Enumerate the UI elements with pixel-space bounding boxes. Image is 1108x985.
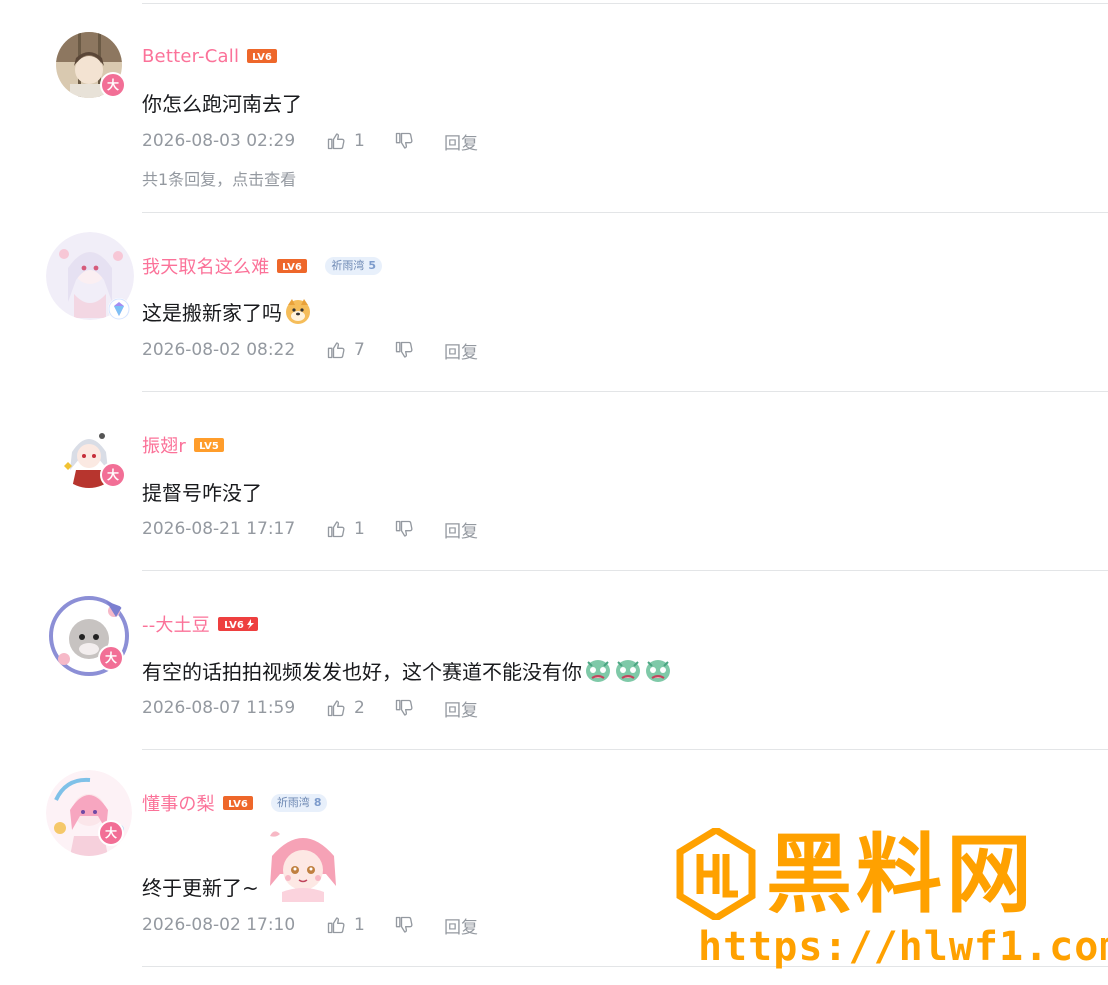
divider <box>142 3 1108 4</box>
comment-text: 这是搬新家了吗 <box>142 300 282 325</box>
reply-button[interactable]: 回复 <box>444 129 478 154</box>
divider <box>142 391 1108 392</box>
like-button[interactable]: 1 <box>326 519 394 539</box>
thumbs-down-icon <box>395 520 413 537</box>
like-button[interactable]: 2 <box>326 698 394 718</box>
watermark-url: https://hlwf1.com <box>698 924 1108 970</box>
comment-time: 2026-08-02 08:22 <box>142 340 296 360</box>
svg-text:LV5: LV5 <box>199 441 219 452</box>
reply-button[interactable]: 回复 <box>444 517 478 542</box>
like-count: 7 <box>354 340 365 360</box>
reply-button[interactable]: 回复 <box>444 696 478 721</box>
thumbs-up-icon <box>327 700 345 717</box>
avatar[interactable] <box>46 232 134 320</box>
comment-list: 大 Better-Call LV6 你怎么跑河南去了 2026-08-03 02… <box>0 0 1108 985</box>
watermark-logo-icon <box>676 828 756 920</box>
like-count: 1 <box>354 131 365 151</box>
level-badge: LV6 <box>218 617 258 631</box>
like-count: 1 <box>354 519 365 539</box>
fan-medal-name: 祈雨湾 <box>331 259 365 272</box>
dislike-button[interactable] <box>394 519 444 539</box>
svg-text:LV6: LV6 <box>224 620 244 631</box>
level-badge: LV5 <box>194 438 225 452</box>
comment-text: 终于更新了~ <box>142 875 259 900</box>
dislike-button[interactable] <box>394 131 444 151</box>
like-button[interactable]: 1 <box>326 915 394 935</box>
level-badge: LV6 <box>277 259 308 273</box>
vip-badge: 大 <box>98 645 124 671</box>
like-button[interactable]: 7 <box>326 340 394 360</box>
thumbs-up-icon <box>327 521 345 538</box>
crying-emoji-icon <box>614 656 642 684</box>
like-count: 1 <box>354 915 365 935</box>
view-replies-link[interactable]: 共1条回复，点击查看 <box>142 166 296 190</box>
thumbs-up-icon <box>327 133 345 150</box>
username[interactable]: --大土豆 <box>142 611 210 637</box>
watermark: 黑料网 https://hlwf1.com <box>676 825 1108 976</box>
svg-text:LV6: LV6 <box>252 52 272 63</box>
avatar[interactable]: 大 <box>46 593 132 679</box>
dislike-button[interactable] <box>394 340 444 360</box>
fan-medal-level: 5 <box>368 259 377 272</box>
comment-text-row: 这是搬新家了吗 <box>142 296 312 326</box>
thumbs-down-icon <box>395 341 413 358</box>
dislike-button[interactable] <box>394 698 444 718</box>
avatar[interactable]: 大 <box>46 770 132 856</box>
comment-time: 2026-08-21 17:17 <box>142 519 296 539</box>
svg-text:LV6: LV6 <box>283 262 303 273</box>
avatar[interactable]: 大 <box>52 418 126 492</box>
dislike-button[interactable] <box>394 915 444 935</box>
fan-medal-name: 祈雨湾 <box>276 796 310 809</box>
username[interactable]: 振翅r <box>142 432 186 458</box>
username[interactable]: 懂事の梨 <box>142 790 215 816</box>
doge-emoji-icon <box>284 297 312 325</box>
divider <box>142 966 1108 967</box>
divider <box>142 212 1108 213</box>
crying-emoji-icon <box>644 656 672 684</box>
vip-badge: 大 <box>100 462 126 488</box>
like-count: 2 <box>354 698 365 718</box>
fan-medal-badge[interactable]: 祈雨湾 8 <box>270 794 328 812</box>
comment-time: 2026-08-07 11:59 <box>142 698 296 718</box>
thumbs-down-icon <box>395 699 413 716</box>
fan-medal-badge[interactable]: 祈雨湾 5 <box>325 257 383 275</box>
avatar[interactable]: 大 <box>52 28 126 102</box>
comment-text-row: 有空的话拍拍视频发发也好，这个赛道不能没有你 <box>142 655 672 685</box>
username[interactable]: Better-Call <box>142 46 239 67</box>
comment-time: 2026-08-03 02:29 <box>142 131 296 151</box>
comment-text: 你怎么跑河南去了 <box>142 91 302 116</box>
vip-badge: 大 <box>100 72 126 98</box>
crying-emoji-icon <box>584 656 612 684</box>
username[interactable]: 我天取名这么难 <box>142 253 269 279</box>
thumbs-down-icon <box>395 916 413 933</box>
thumbs-up-icon <box>327 342 345 359</box>
pink-girl-sticker-icon <box>266 826 340 902</box>
thumbs-up-icon <box>327 917 345 934</box>
comment-text: 有空的话拍拍视频发发也好，这个赛道不能没有你 <box>142 659 582 684</box>
thumbs-down-icon <box>395 132 413 149</box>
divider <box>142 570 1108 571</box>
diamond-badge <box>108 298 130 320</box>
divider <box>142 749 1108 750</box>
vip-badge: 大 <box>98 820 124 846</box>
level-badge: LV6 <box>222 796 253 810</box>
reply-button[interactable]: 回复 <box>444 338 478 363</box>
watermark-title: 黑料网 <box>766 825 1036 925</box>
level-badge: LV6 <box>247 49 278 63</box>
reply-button[interactable]: 回复 <box>444 913 478 938</box>
like-button[interactable]: 1 <box>326 131 394 151</box>
comment-text: 提督号咋没了 <box>142 480 262 505</box>
comment-time: 2026-08-02 17:10 <box>142 915 296 935</box>
svg-text:LV6: LV6 <box>228 799 248 810</box>
fan-medal-level: 8 <box>313 796 322 809</box>
